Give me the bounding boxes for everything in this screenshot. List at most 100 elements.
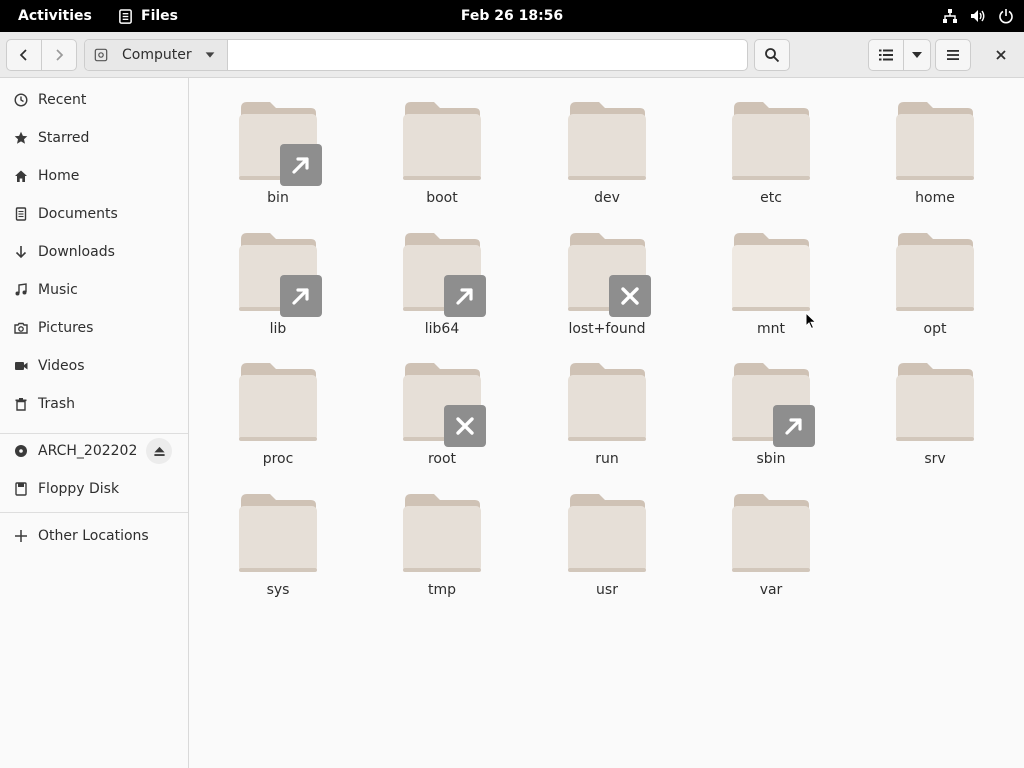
sidebar: Recent Starred Home Documents Downloads	[0, 78, 189, 768]
location-label: Computer	[122, 47, 192, 63]
sidebar-item-music[interactable]: Music	[0, 272, 188, 308]
folder-item[interactable]: srv	[870, 343, 1000, 467]
file-name-label: lib	[269, 321, 287, 337]
sidebar-item-pictures[interactable]: Pictures	[0, 310, 188, 346]
forward-button[interactable]	[41, 39, 77, 71]
path-bar[interactable]: Computer	[84, 39, 748, 71]
file-grid: bin boot dev etc home lib lib64 lost+found mnt op…	[189, 78, 1024, 768]
sidebar-item-documents[interactable]: Documents	[0, 196, 188, 232]
app-name: Files	[141, 8, 178, 24]
folder-item[interactable]: dev	[542, 82, 672, 206]
folder-item[interactable]: lib64	[377, 213, 507, 337]
folder-item[interactable]: lost+found	[542, 213, 672, 337]
chevron-down-icon[interactable]	[203, 48, 217, 62]
folder-item[interactable]: tmp	[377, 474, 507, 598]
sidebar-item-videos[interactable]: Videos	[0, 348, 188, 384]
sidebar-item-recent[interactable]: Recent	[0, 82, 188, 118]
home-icon	[15, 170, 27, 182]
view-list-button[interactable]	[868, 39, 904, 71]
sidebar-item-trash[interactable]: Trash	[0, 386, 188, 422]
folder-item[interactable]: usr	[542, 474, 672, 598]
disc-icon	[15, 445, 27, 457]
system-menu[interactable]	[942, 0, 1014, 32]
music-icon	[15, 283, 27, 296]
sidebar-item-label: Trash	[38, 396, 75, 412]
file-name-label: usr	[596, 582, 618, 598]
sidebar-item-label: Other Locations	[38, 528, 149, 544]
trash-icon	[15, 398, 27, 411]
sidebar-item-floppy[interactable]: Floppy Disk	[0, 471, 188, 507]
search-icon	[765, 48, 780, 63]
file-name-label: bin	[267, 190, 289, 206]
file-name-label: root	[427, 451, 457, 467]
clock[interactable]: Feb 26 18:56	[461, 8, 563, 24]
eject-icon	[153, 446, 165, 456]
folder-item[interactable]: sbin	[706, 343, 836, 467]
folder-icon	[239, 363, 317, 441]
symlink-emblem-icon	[280, 275, 322, 317]
header-bar: Computer	[0, 32, 1024, 78]
camera-icon	[14, 322, 28, 334]
close-icon	[996, 50, 1006, 60]
sidebar-item-starred[interactable]: Starred	[0, 120, 188, 156]
sidebar-item-other-locations[interactable]: Other Locations	[0, 518, 188, 554]
drive-icon	[94, 48, 108, 62]
close-window-button[interactable]	[986, 39, 1016, 71]
sidebar-item-label: Starred	[38, 130, 90, 146]
folder-icon	[732, 102, 810, 180]
folder-item[interactable]: var	[706, 474, 836, 598]
file-name-label: proc	[262, 451, 294, 467]
volume-icon	[971, 10, 985, 22]
folder-item[interactable]: proc	[213, 343, 343, 467]
sidebar-item-label: Recent	[38, 92, 87, 108]
folder-item[interactable]: run	[542, 343, 672, 467]
search-button[interactable]	[754, 39, 790, 71]
document-icon	[15, 207, 27, 221]
folder-item[interactable]: opt	[870, 213, 1000, 337]
sidebar-item-arch-disc[interactable]: ARCH_202202	[0, 433, 188, 469]
folder-item[interactable]: home	[870, 82, 1000, 206]
file-name-label: lost+found	[568, 321, 646, 337]
folder-item[interactable]: boot	[377, 82, 507, 206]
top-bar: Activities Files Feb 26 18:56	[0, 0, 1024, 32]
back-button[interactable]	[6, 39, 42, 71]
main-menu-button[interactable]	[935, 39, 971, 71]
folder-item[interactable]: sys	[213, 474, 343, 598]
eject-button[interactable]	[146, 438, 172, 464]
folder-item[interactable]: etc	[706, 82, 836, 206]
folder-icon	[568, 363, 646, 441]
file-name-label: home	[915, 190, 955, 206]
folder-icon	[568, 494, 646, 572]
file-name-label: run	[595, 451, 619, 467]
power-icon	[999, 9, 1013, 24]
floppy-icon	[15, 482, 27, 496]
file-name-label: etc	[760, 190, 782, 206]
no-access-emblem-icon	[444, 405, 486, 447]
sidebar-item-label: Home	[38, 168, 80, 184]
folder-icon	[239, 494, 317, 572]
folder-icon	[896, 102, 974, 180]
folder-item[interactable]: lib	[213, 213, 343, 337]
view-options-button[interactable]	[903, 39, 931, 71]
sidebar-item-label: Music	[38, 282, 78, 298]
folder-icon	[568, 102, 646, 180]
app-menu[interactable]: Files	[118, 0, 178, 32]
file-name-label: lib64	[424, 321, 460, 337]
network-icon	[943, 9, 957, 23]
symlink-emblem-icon	[280, 144, 322, 186]
sidebar-item-label: Documents	[38, 206, 118, 222]
sidebar-item-label: Floppy Disk	[38, 481, 120, 497]
folder-icon	[896, 363, 974, 441]
go-back-icon	[19, 49, 27, 61]
folder-item[interactable]: bin	[213, 82, 343, 206]
sidebar-item-label: Downloads	[38, 244, 115, 260]
sidebar-item-downloads[interactable]: Downloads	[0, 234, 188, 270]
list-view-icon	[879, 49, 893, 61]
file-name-label: dev	[594, 190, 620, 206]
activities-button[interactable]: Activities	[18, 0, 92, 32]
location-button[interactable]: Computer	[85, 40, 228, 70]
folder-item[interactable]: root	[377, 343, 507, 467]
sidebar-item-home[interactable]: Home	[0, 158, 188, 194]
video-icon	[15, 362, 28, 370]
sidebar-separator	[0, 512, 188, 513]
